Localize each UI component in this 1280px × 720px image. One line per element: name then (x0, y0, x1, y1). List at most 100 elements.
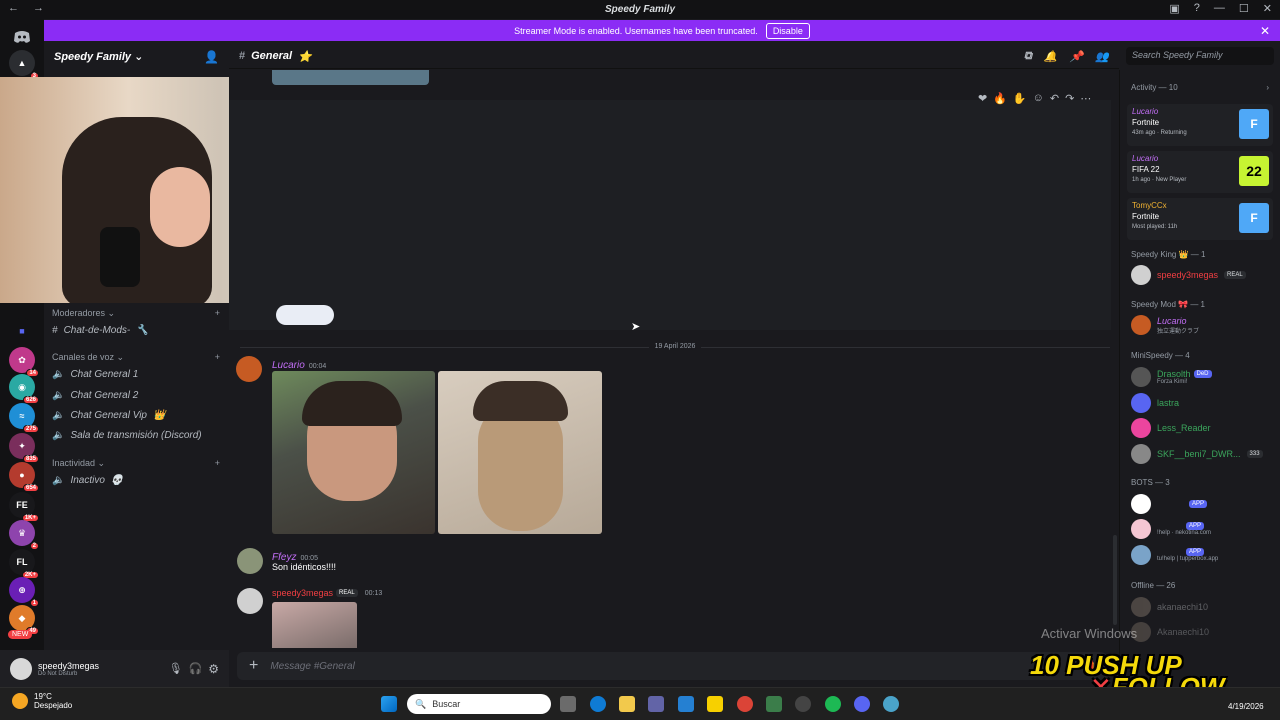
server-icon-4[interactable]: ✦ 835 (9, 433, 39, 463)
discord-taskbar-icon[interactable] (854, 696, 870, 712)
speaker-icon: 🔈 (52, 430, 65, 441)
voice-channel-stream[interactable]: 🔈 Sala de transmisión (Discord) (52, 430, 222, 441)
member-item[interactable]: Drasolth DeD Forza Kimi! (1131, 367, 1212, 387)
windows-start-icon[interactable] (381, 696, 397, 712)
image-attachment[interactable] (272, 602, 357, 648)
server-icon-7[interactable]: ♛ 2 (9, 520, 39, 550)
server-icon-5[interactable]: ● 654 (9, 462, 39, 492)
activity-card[interactable]: Lucario FIFA 22 1h ago · New Player 22 (1127, 151, 1273, 193)
server-icon-active[interactable]: ■ (9, 318, 35, 344)
add-reaction-icon[interactable]: ☺ (1033, 92, 1044, 105)
settings-gear-icon[interactable]: ⚙ (208, 662, 219, 676)
category-inactividad[interactable]: Inactividad ⌄ + (52, 458, 220, 469)
threads-icon[interactable]: ⧉ (1024, 50, 1032, 63)
server-icon-6[interactable]: FE 1K+ (9, 492, 39, 522)
file-explorer-icon[interactable] (619, 696, 635, 712)
add-attachment-icon[interactable]: + (249, 657, 258, 675)
avatar (1131, 494, 1151, 514)
voice-channel-inactivo[interactable]: 🔈 Inactivo 💀 (52, 475, 222, 486)
app-icon[interactable] (766, 696, 782, 712)
app-icon[interactable] (795, 696, 811, 712)
member-item[interactable]: Akanaechi10 (1131, 622, 1209, 642)
member-item[interactable]: SKF__beni7_DWR... 333 (1131, 444, 1263, 464)
forward-icon[interactable]: ↷ (1065, 92, 1074, 105)
server-icon-3[interactable]: ≈275 (9, 403, 39, 433)
previous-image-attachment[interactable] (272, 70, 429, 85)
search-input[interactable]: Search Speedy Family (1126, 47, 1274, 65)
member-item[interactable]: Lucario 独立運動クラブ (1131, 315, 1199, 335)
fifa-icon: 22 (1239, 156, 1269, 186)
message-author[interactable]: speedy3megas (272, 588, 333, 598)
spotify-icon[interactable] (825, 696, 841, 712)
activity-header[interactable]: Activity — 10 › (1131, 83, 1269, 92)
inbox-icon[interactable]: ▣ (1169, 2, 1179, 15)
message-input[interactable]: Message #General (270, 661, 1070, 672)
member-item[interactable]: akanaechi10 (1131, 597, 1208, 617)
app-icon[interactable] (883, 696, 899, 712)
image-attachment-boy[interactable] (272, 371, 435, 534)
server-icon-10[interactable]: ◆ 49 (9, 605, 39, 635)
chrome-icon[interactable] (737, 696, 753, 712)
taskbar-search[interactable]: 🔍 Buscar (407, 694, 551, 714)
teams-icon[interactable] (648, 696, 664, 712)
activity-card[interactable]: TomyCCx Fortnite Most played: 11h F (1127, 198, 1273, 240)
pin-icon[interactable]: 📌 (1070, 50, 1084, 63)
weather-widget[interactable]: 19°C Despejado (12, 692, 72, 710)
user-avatar[interactable] (10, 657, 32, 680)
sticky-notes-icon[interactable] (707, 696, 723, 712)
server-icon-9[interactable]: ⊕ 1 (9, 577, 39, 607)
add-channel-icon[interactable]: + (215, 458, 220, 469)
member-item[interactable]: APP !help · nekotina.com (1131, 519, 1211, 539)
activity-card[interactable]: Lucario Fortnite 43m ago · Returning F (1127, 104, 1273, 146)
reply-icon[interactable]: ↶ (1050, 92, 1059, 105)
server-icon-1[interactable]: ✿ 14 (9, 347, 39, 377)
member-item[interactable]: lastra (1131, 393, 1179, 413)
member-item[interactable]: APP tu!help | tupperbox.app (1131, 545, 1218, 565)
headphones-icon[interactable]: 🎧 (189, 662, 203, 675)
category-canales-de-voz[interactable]: Canales de voz ⌄ + (52, 352, 220, 363)
voice-channel-vip[interactable]: 🔈 Chat General Vip 👑 (52, 410, 222, 421)
voice-channel-1[interactable]: 🔈 Chat General 1 (52, 369, 222, 380)
help-icon[interactable]: ? (1194, 2, 1200, 15)
close-window-button[interactable]: ✕ (1263, 2, 1272, 15)
message-composer[interactable]: + Message #General 🎁 (237, 652, 1107, 680)
member-item[interactable]: speedy3megas REAL (1131, 265, 1246, 285)
avatar[interactable] (237, 548, 263, 574)
member-list-icon[interactable]: 👥 (1095, 50, 1109, 63)
channel-chat-de-mods[interactable]: # Chat-de-Mods- 🔧 (52, 325, 222, 336)
microphone-icon[interactable]: 🎙 (169, 662, 183, 675)
add-channel-icon[interactable]: + (215, 352, 220, 363)
disable-streamer-button[interactable]: Disable (765, 22, 810, 39)
voice-channel-2[interactable]: 🔈 Chat General 2 (52, 390, 222, 401)
maximize-button[interactable]: ☐ (1239, 2, 1249, 15)
add-channel-icon[interactable]: + (215, 308, 220, 319)
hovered-message (229, 100, 1111, 330)
avatar[interactable] (236, 356, 262, 382)
minimize-button[interactable]: — (1214, 2, 1225, 15)
fire-reaction-icon[interactable]: 🔥 (993, 92, 1007, 105)
star-icon: ⭐ (298, 50, 312, 63)
close-banner-icon[interactable]: ✕ (1260, 24, 1270, 38)
heart-reaction-icon[interactable]: ❤ (978, 92, 987, 105)
discord-home-icon[interactable] (9, 24, 35, 50)
member-list-scrollbar[interactable] (1113, 535, 1117, 625)
avatar[interactable] (237, 588, 263, 614)
server-icon-8[interactable]: FL 2K+ (9, 549, 39, 579)
user-panel: speedy3megas Do Not Disturb 🎙 🎧 ⚙ (0, 650, 229, 687)
member-item[interactable]: Less_Reader (1131, 418, 1211, 438)
server-icon-triangle[interactable]: ▲ 3 (9, 50, 39, 80)
server-header[interactable]: Speedy Family ⌄ 👤 (44, 44, 229, 69)
store-icon[interactable] (678, 696, 694, 712)
bell-icon[interactable]: 🔔 (1044, 50, 1058, 63)
avatar (1131, 519, 1151, 539)
more-options-icon[interactable]: ⋯ (1080, 92, 1091, 105)
message-author[interactable]: Lucario (272, 360, 305, 371)
hand-reaction-icon[interactable]: ✋ (1013, 92, 1027, 105)
edge-icon[interactable] (590, 696, 606, 712)
task-view-icon[interactable] (560, 696, 576, 712)
image-attachment-rat[interactable] (438, 371, 602, 534)
server-icon-2[interactable]: ◉ 626 (9, 374, 39, 404)
category-moderadores[interactable]: Moderadores ⌄ + (52, 308, 220, 319)
add-member-icon[interactable]: 👤 (204, 50, 219, 64)
member-item[interactable]: APP (1131, 494, 1208, 514)
